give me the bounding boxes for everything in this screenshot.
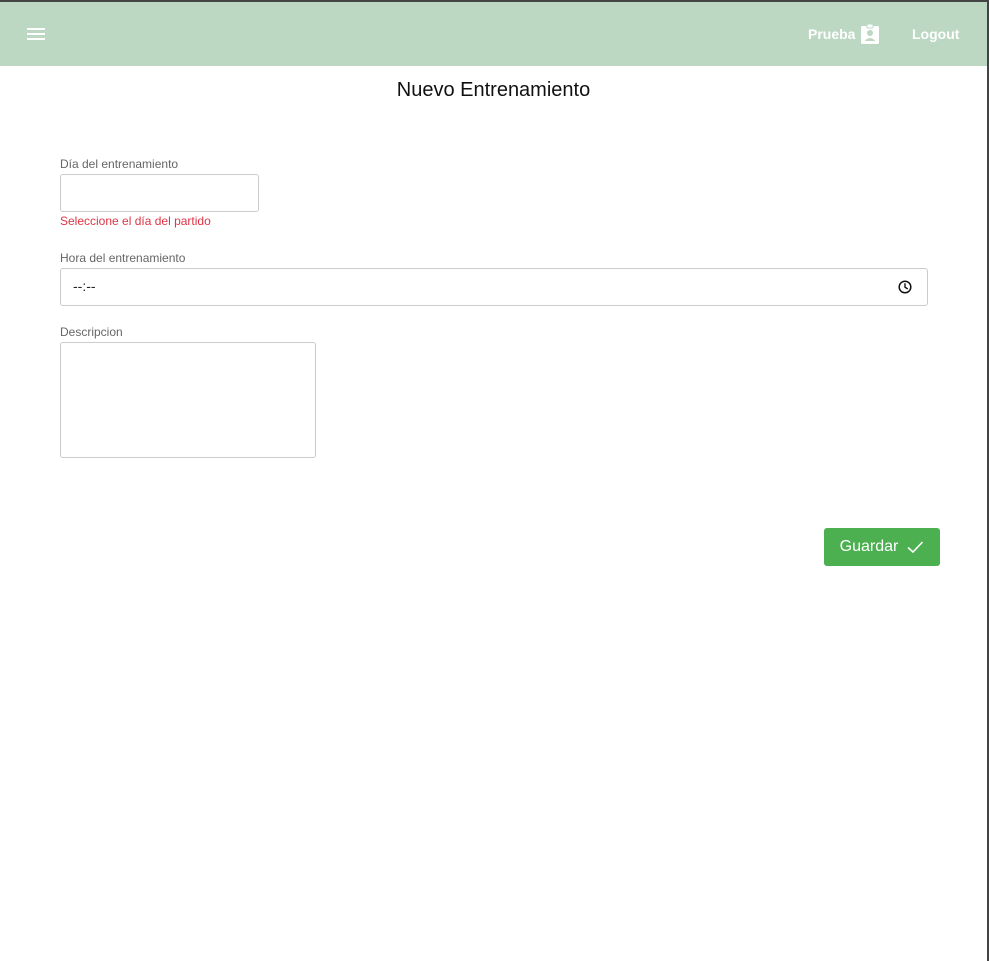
hamburger-icon[interactable]	[24, 22, 48, 46]
clock-icon[interactable]	[898, 280, 912, 294]
logout-link[interactable]: Logout	[912, 26, 959, 42]
window-frame	[0, 0, 989, 961]
time-field-label: Hora del entrenamiento	[60, 251, 186, 265]
check-icon	[907, 541, 924, 554]
top-navbar: Prueba Logout	[0, 2, 987, 66]
date-field-label: Día del entrenamiento	[60, 157, 179, 171]
user-profile-link[interactable]: Prueba	[808, 22, 880, 46]
date-error-message: Seleccione el día del partido	[60, 214, 211, 228]
time-input-value: --:--	[73, 278, 96, 294]
description-field-label: Descripcion	[60, 325, 123, 339]
description-textarea[interactable]	[60, 342, 316, 458]
user-name-label: Prueba	[808, 26, 856, 42]
time-input[interactable]: --:--	[60, 268, 928, 306]
date-input[interactable]	[60, 174, 259, 212]
save-button-label: Guardar	[839, 538, 899, 555]
contact-badge-icon	[861, 23, 880, 44]
save-button[interactable]: Guardar	[824, 528, 940, 566]
page-title: Nuevo Entrenamiento	[396, 79, 591, 101]
